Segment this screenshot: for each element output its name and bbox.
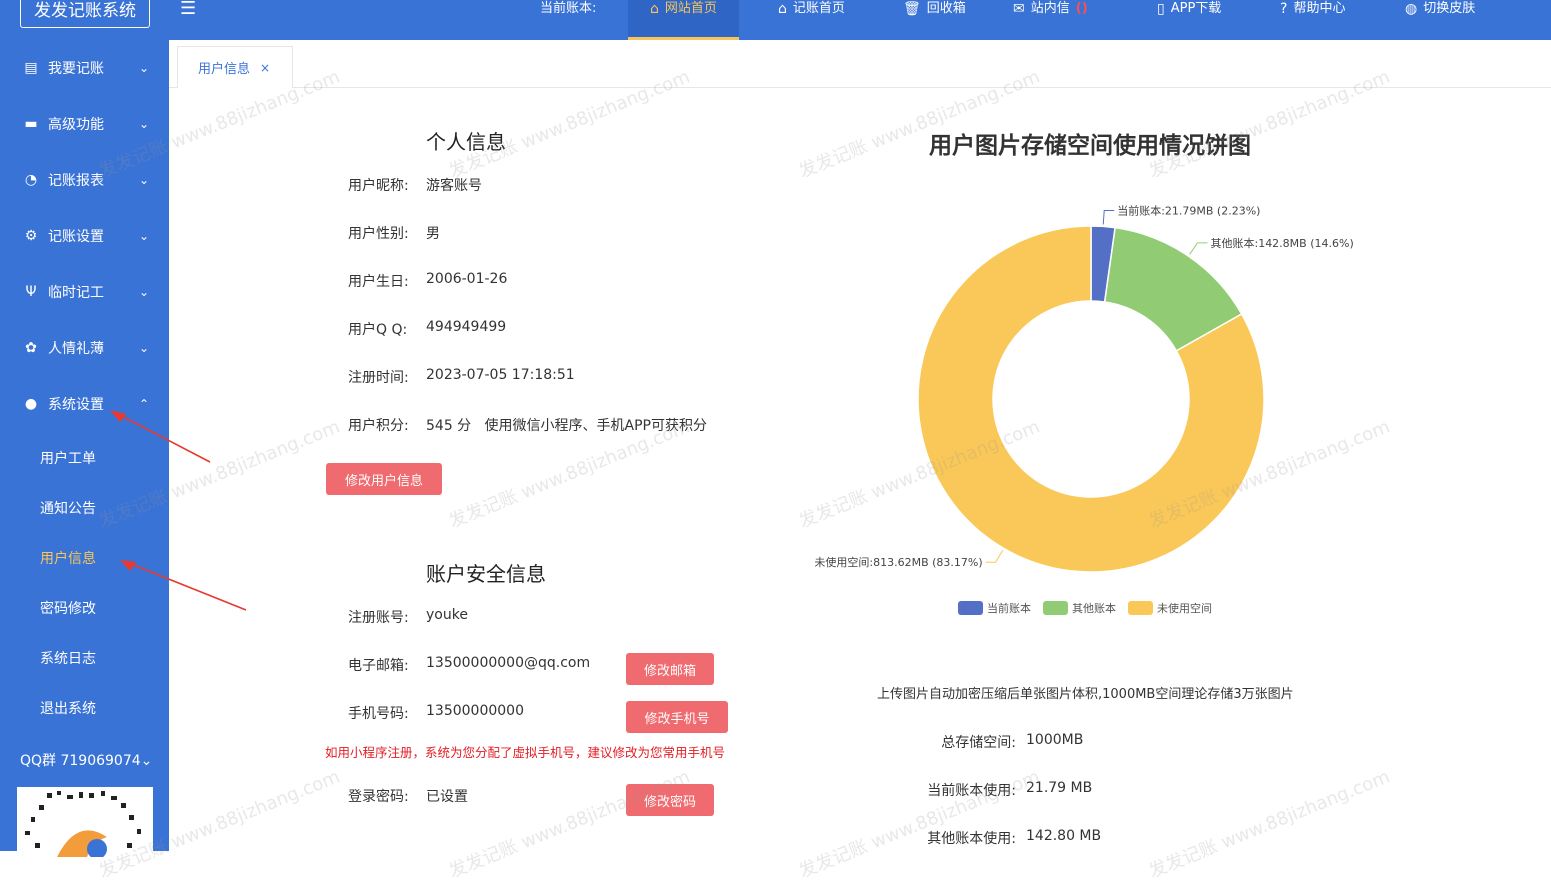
nav-help-center[interactable]: ? 帮助中心	[1280, 0, 1345, 40]
mail-icon: ✉	[1013, 1, 1025, 17]
tab-user-info[interactable]: 用户信息 ×	[177, 46, 293, 88]
legend-item-0[interactable]: 当前账本	[958, 600, 1031, 616]
qr-code	[17, 787, 153, 857]
nav-ledger-home[interactable]: ⌂ 记账首页	[778, 0, 845, 40]
nav-switch-skin[interactable]: ◍ 切换皮肤	[1405, 0, 1475, 40]
edit-user-info-button[interactable]: 修改用户信息	[326, 463, 442, 495]
top-navbar: 发发记账系统 ☰ 当前账本: ⌂ 网站首页 ⌂ 记账首页 🗑 回收箱 ✉ 站内信…	[0, 0, 1551, 40]
gift-icon: ✿	[25, 340, 37, 356]
pie-label-2: 未使用空间:813.62MB (83.17%)	[814, 555, 982, 569]
close-icon[interactable]: ×	[260, 61, 270, 75]
phone-icon: ▯	[1157, 1, 1165, 17]
pie-label-line-0	[1102, 209, 1115, 225]
sidebar-item-ledger-settings[interactable]: ⚙ 记账设置 ⌄	[0, 208, 169, 264]
security-row-password: 登录密码: 已设置	[348, 789, 468, 805]
storage-pie-chart: 当前账本:21.79MB (2.23%) 其他账本:142.8MB (14.6%)…	[814, 203, 1354, 573]
legend-item-2[interactable]: 未使用空间	[1128, 600, 1212, 616]
security-row-email: 电子邮箱: 13500000000@qq.com	[348, 655, 591, 674]
sidebar-item-bookkeeping[interactable]: ▤ 我要记账 ⌄	[0, 40, 169, 96]
nav-messages[interactable]: ✉ 站内信 ()	[1013, 0, 1088, 40]
info-row-birthday: 用户生日: 2006-01-26	[348, 271, 508, 290]
security-info-title: 账户安全信息	[426, 562, 546, 586]
sidebar-item-system-settings[interactable]: ● 系统设置 ⌃	[0, 376, 169, 432]
legend-label: 当前账本	[987, 602, 1031, 615]
chevron-down-icon: ⌄	[138, 173, 149, 187]
message-count-badge: ()	[1075, 1, 1088, 16]
trash-icon: 🗑	[903, 1, 921, 17]
watermark: 发发记账 www.88jizhang.com	[1146, 766, 1393, 883]
info-row-points: 用户积分: 545 分 使用微信小程序、手机APP可获积分	[348, 418, 707, 434]
chevron-down-icon: ⌄	[138, 229, 149, 243]
app-logo[interactable]: 发发记账系统	[20, 0, 150, 28]
watermark: 发发记账 www.88jizhang.com	[446, 766, 693, 883]
gear-icon: ⚙	[24, 228, 38, 244]
legend-label: 其他账本	[1072, 602, 1116, 615]
current-book-label: 当前账本:	[540, 1, 597, 16]
stat-other-book-usage: 其他账本使用: 142.80 MB	[927, 828, 1102, 847]
change-phone-button[interactable]: 修改手机号	[626, 701, 728, 733]
ledger-icon: ▤	[24, 60, 38, 76]
legend-swatch	[958, 601, 983, 615]
legend-swatch	[1128, 601, 1153, 615]
pie-label-line-2	[985, 549, 1004, 563]
chevron-up-icon: ⌃	[138, 397, 149, 411]
stat-total-storage: 总存储空间: 1000MB	[941, 732, 1084, 751]
security-row-phone: 手机号码: 13500000000	[348, 703, 524, 722]
change-email-button[interactable]: 修改邮箱	[626, 653, 714, 685]
sidebar-item-temp-work[interactable]: Ψ 临时记工 ⌄	[0, 264, 169, 320]
sidebar-subitem-tickets[interactable]: 用户工单	[40, 448, 96, 468]
palette-icon: ◍	[1405, 1, 1418, 17]
briefcase-icon: ▬	[24, 116, 38, 132]
nav-app-download[interactable]: ▯ APP下载	[1157, 0, 1221, 40]
chevron-down-icon: ⌄	[138, 341, 149, 355]
stat-current-book-usage: 当前账本使用: 21.79 MB	[927, 780, 1093, 799]
sidebar-item-advanced[interactable]: ▬ 高级功能 ⌄	[0, 96, 169, 152]
storage-note: 上传图片自动加密压缩后单张图片体积,1000MB空间理论存储3万张图片	[877, 687, 1294, 702]
legend-swatch	[1043, 601, 1068, 615]
info-row-qq: 用户Q Q: 494949499	[348, 319, 507, 338]
qq-group[interactable]: QQ群 719069074⌄	[20, 750, 152, 770]
nav-website-home[interactable]: ⌂ 网站首页	[628, 0, 739, 40]
sidebar-subitem-system-log[interactable]: 系统日志	[40, 648, 96, 668]
help-icon: ?	[1280, 1, 1288, 17]
pie-label-1: 其他账本:142.8MB (14.6%)	[1210, 236, 1353, 250]
pie-label-0: 当前账本:21.79MB (2.23%)	[1117, 203, 1260, 217]
pie-chart-icon: ◔	[24, 172, 38, 188]
tab-bar: 用户信息 ×	[169, 40, 1551, 88]
legend-item-1[interactable]: 其他账本	[1043, 600, 1116, 616]
chart-title: 用户图片存储空间使用情况饼图	[929, 133, 1251, 159]
change-password-button[interactable]: 修改密码	[626, 784, 714, 816]
home-icon: ⌂	[650, 1, 659, 17]
chevron-down-icon: ⌄	[140, 753, 153, 769]
pie-label-line-1	[1189, 242, 1208, 255]
home-icon: ⌂	[778, 1, 787, 17]
qr-code-image	[25, 791, 141, 857]
virtual-phone-warning: 如用小程序注册，系统为您分配了虚拟手机号，建议修改为您常用手机号	[325, 745, 726, 760]
sidebar-item-gift-book[interactable]: ✿ 人情礼薄 ⌄	[0, 320, 169, 376]
sidebar: ▤ 我要记账 ⌄ ▬ 高级功能 ⌄ ◔ 记账报表 ⌄ ⚙ 记账设置 ⌄ Ψ 临时…	[0, 40, 169, 857]
sidebar-subitem-user-info[interactable]: 用户信息	[40, 548, 96, 568]
legend-label: 未使用空间	[1157, 602, 1212, 615]
chevron-down-icon: ⌄	[138, 285, 149, 299]
security-row-account: 注册账号: youke	[348, 607, 468, 626]
chevron-down-icon: ⌄	[138, 61, 149, 75]
nav-recycle-bin[interactable]: 🗑 回收箱	[903, 0, 966, 40]
hamburger-icon[interactable]: ☰	[180, 0, 196, 18]
info-row-nickname: 用户昵称: 游客账号	[348, 178, 482, 194]
sidebar-subitem-logout[interactable]: 退出系统	[40, 698, 96, 718]
info-row-gender: 用户性别: 男	[348, 226, 440, 242]
chevron-down-icon: ⌄	[138, 117, 149, 131]
sidebar-subitem-password[interactable]: 密码修改	[40, 598, 96, 618]
info-row-register-time: 注册时间: 2023-07-05 17:18:51	[348, 367, 575, 386]
chart-legend: 当前账本 其他账本 未使用空间	[958, 600, 1212, 616]
personal-info-title: 个人信息	[426, 130, 506, 154]
sidebar-item-reports[interactable]: ◔ 记账报表 ⌄	[0, 152, 169, 208]
tools-icon: Ψ	[25, 284, 37, 300]
user-icon: ●	[24, 396, 38, 412]
sidebar-subitem-notices[interactable]: 通知公告	[40, 498, 96, 518]
